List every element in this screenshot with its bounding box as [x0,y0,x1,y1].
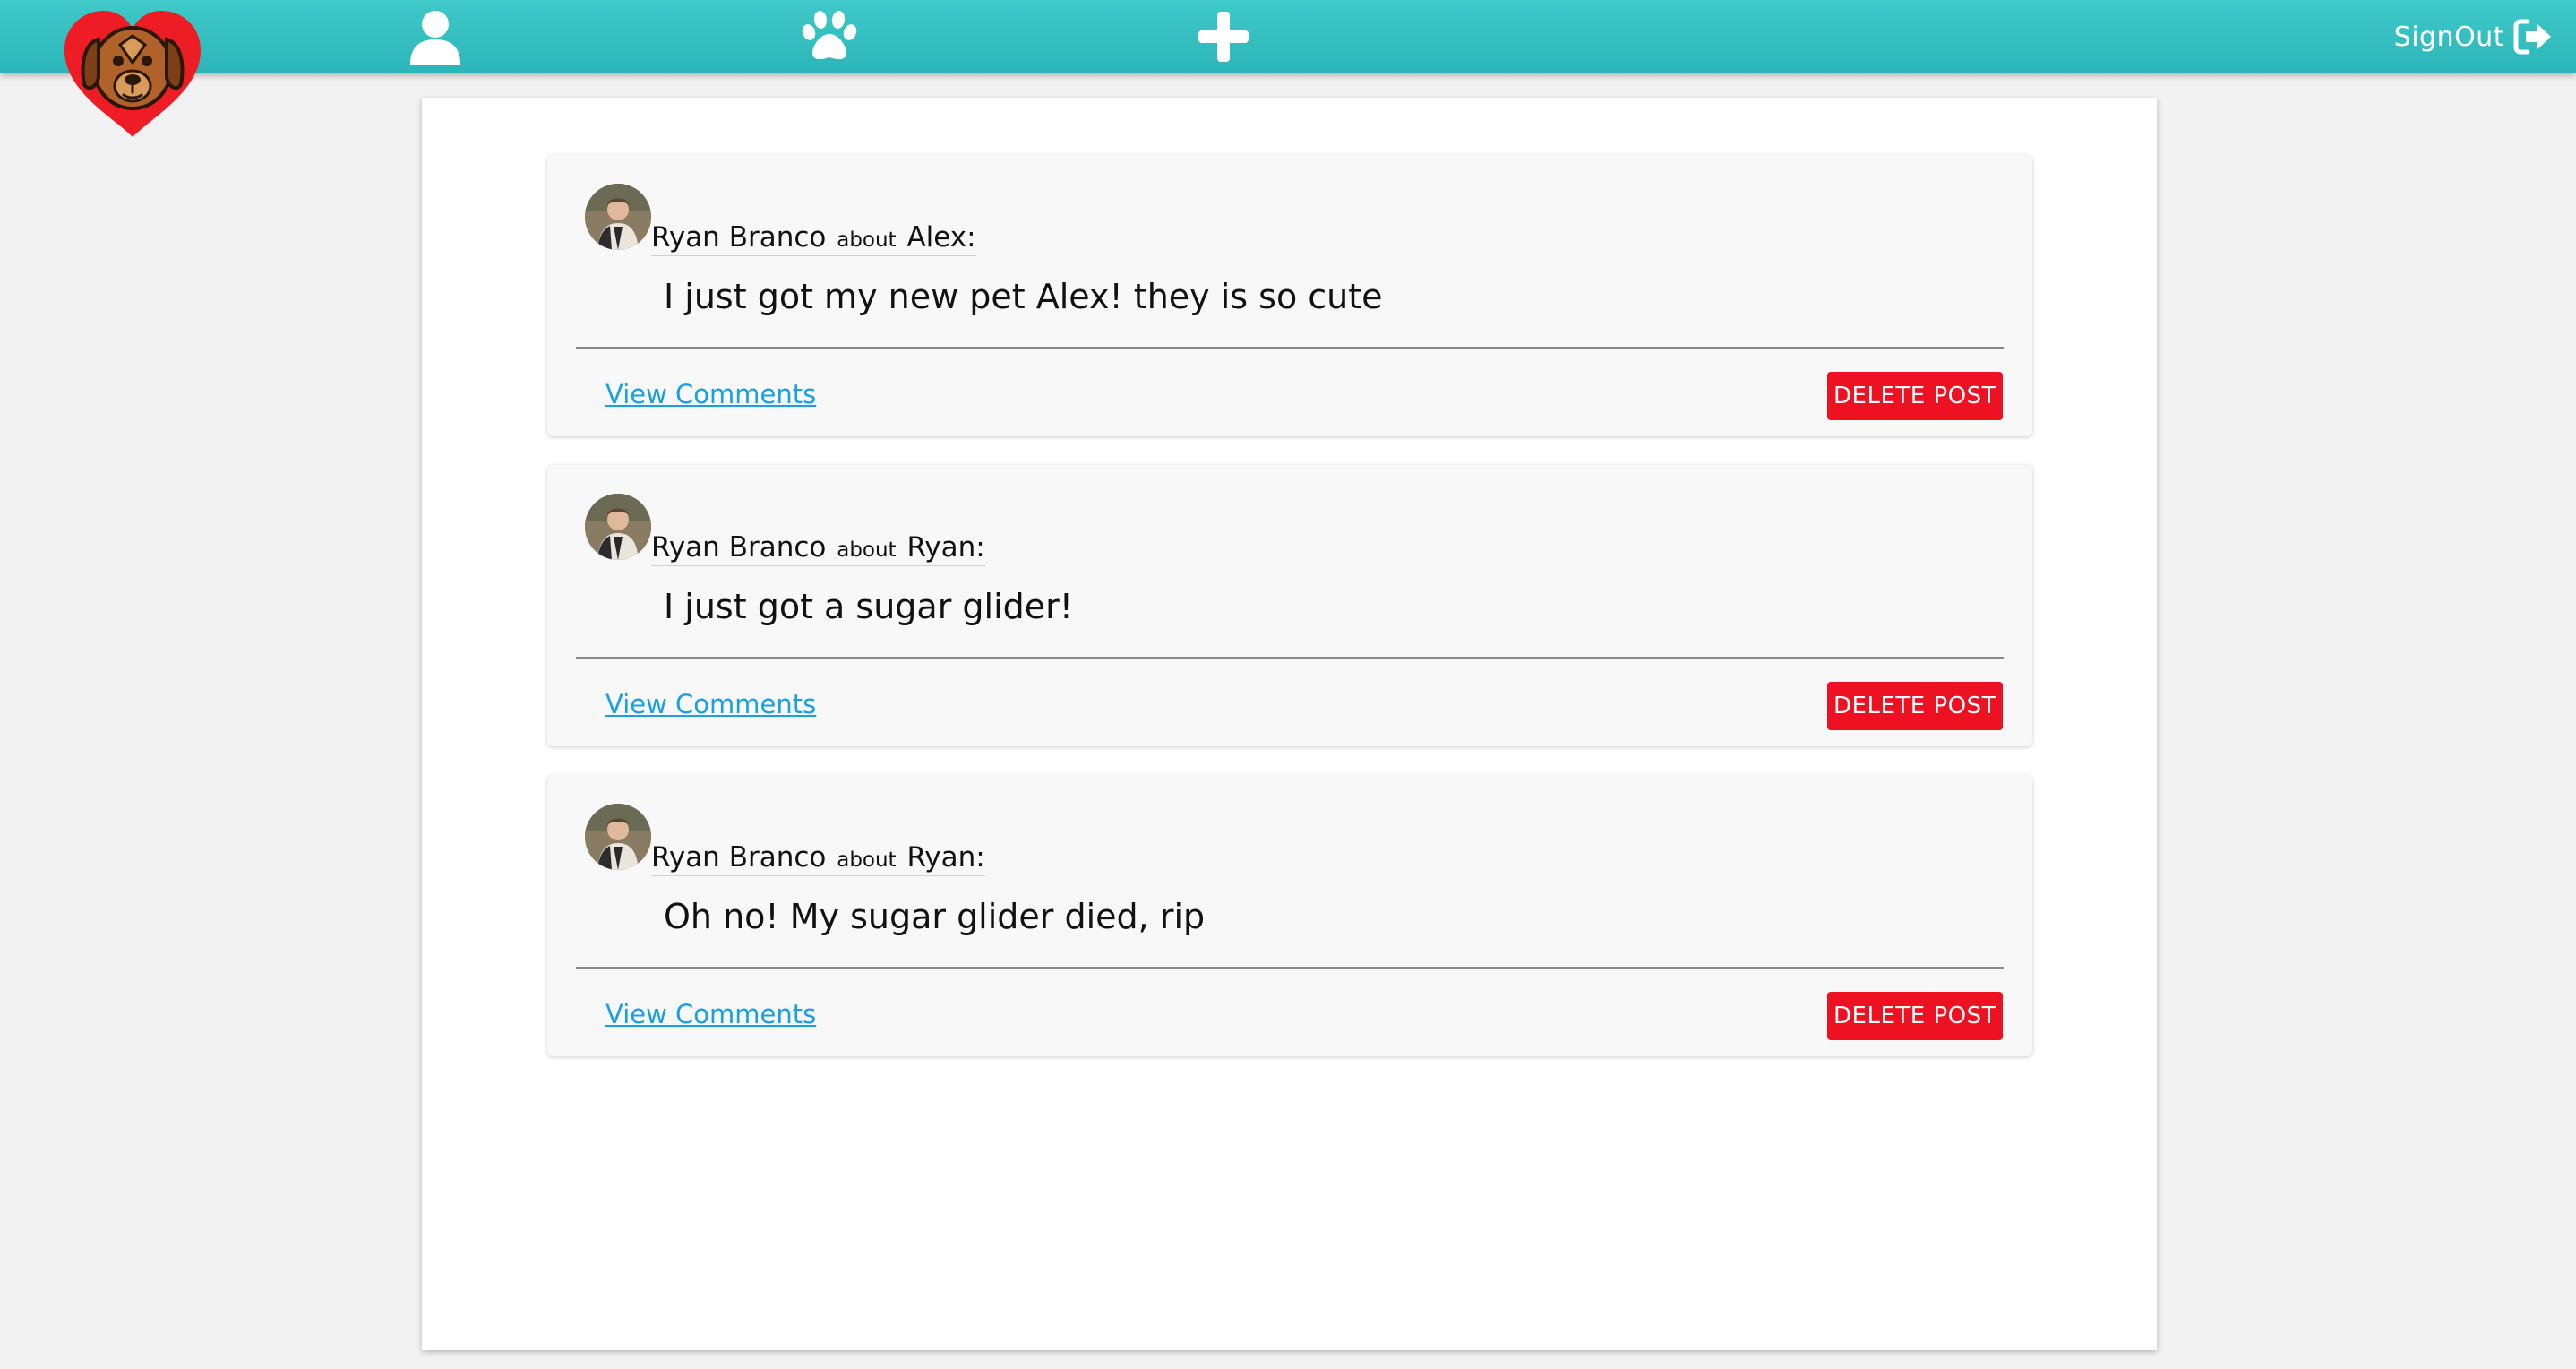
post-byline: Ryan Branco about Ryan: [651,841,985,876]
about-word: about [837,848,897,872]
post-subject[interactable]: Ryan: [906,531,984,564]
view-comments-link[interactable]: View Comments [605,379,816,409]
post-author[interactable]: Ryan Branco [651,841,826,874]
post-card: Ryan Branco about Alex: I just got my ne… [547,155,2032,436]
post-byline: Ryan Branco about Alex: [651,221,976,256]
paw-icon[interactable] [802,11,857,63]
delete-post-button[interactable]: DELETE POST [1827,992,2003,1040]
signout-label: SignOut [2393,21,2504,53]
post-card: Ryan Branco about Ryan: I just got a sug… [547,465,2032,746]
avatar[interactable] [585,804,651,870]
post-text: I just got my new pet Alex! they is so c… [664,277,1383,316]
dog-heart-logo[interactable] [61,9,204,139]
plus-icon[interactable] [1198,12,1249,62]
post-subject[interactable]: Ryan: [906,841,984,874]
view-comments-link[interactable]: View Comments [605,999,816,1029]
about-word: about [837,228,897,252]
user-icon[interactable] [408,9,463,65]
post-divider [576,347,2004,349]
view-comments-link[interactable]: View Comments [605,689,816,719]
signout-button[interactable]: SignOut [2394,16,2553,57]
post-divider [576,657,2004,659]
post-text: I just got a sugar glider! [664,587,1074,626]
post-feed: Ryan Branco about Alex: I just got my ne… [547,155,2032,1085]
delete-post-button[interactable]: DELETE POST [1827,372,2003,420]
main-panel: Ryan Branco about Alex: I just got my ne… [422,98,2157,1350]
post-byline: Ryan Branco about Ryan: [651,531,985,566]
post-subject[interactable]: Alex: [906,221,975,254]
post-author[interactable]: Ryan Branco [651,531,826,564]
sign-out-icon [2513,19,2551,55]
post-text: Oh no! My sugar glider died, rip [664,897,1206,936]
top-navbar: SignOut [0,0,2576,73]
avatar[interactable] [585,184,651,250]
post-card: Ryan Branco about Ryan: Oh no! My sugar … [547,775,2032,1056]
post-author[interactable]: Ryan Branco [651,221,826,254]
delete-post-button[interactable]: DELETE POST [1827,682,2003,730]
post-divider [576,967,2004,969]
avatar[interactable] [585,494,651,560]
about-word: about [837,538,897,562]
